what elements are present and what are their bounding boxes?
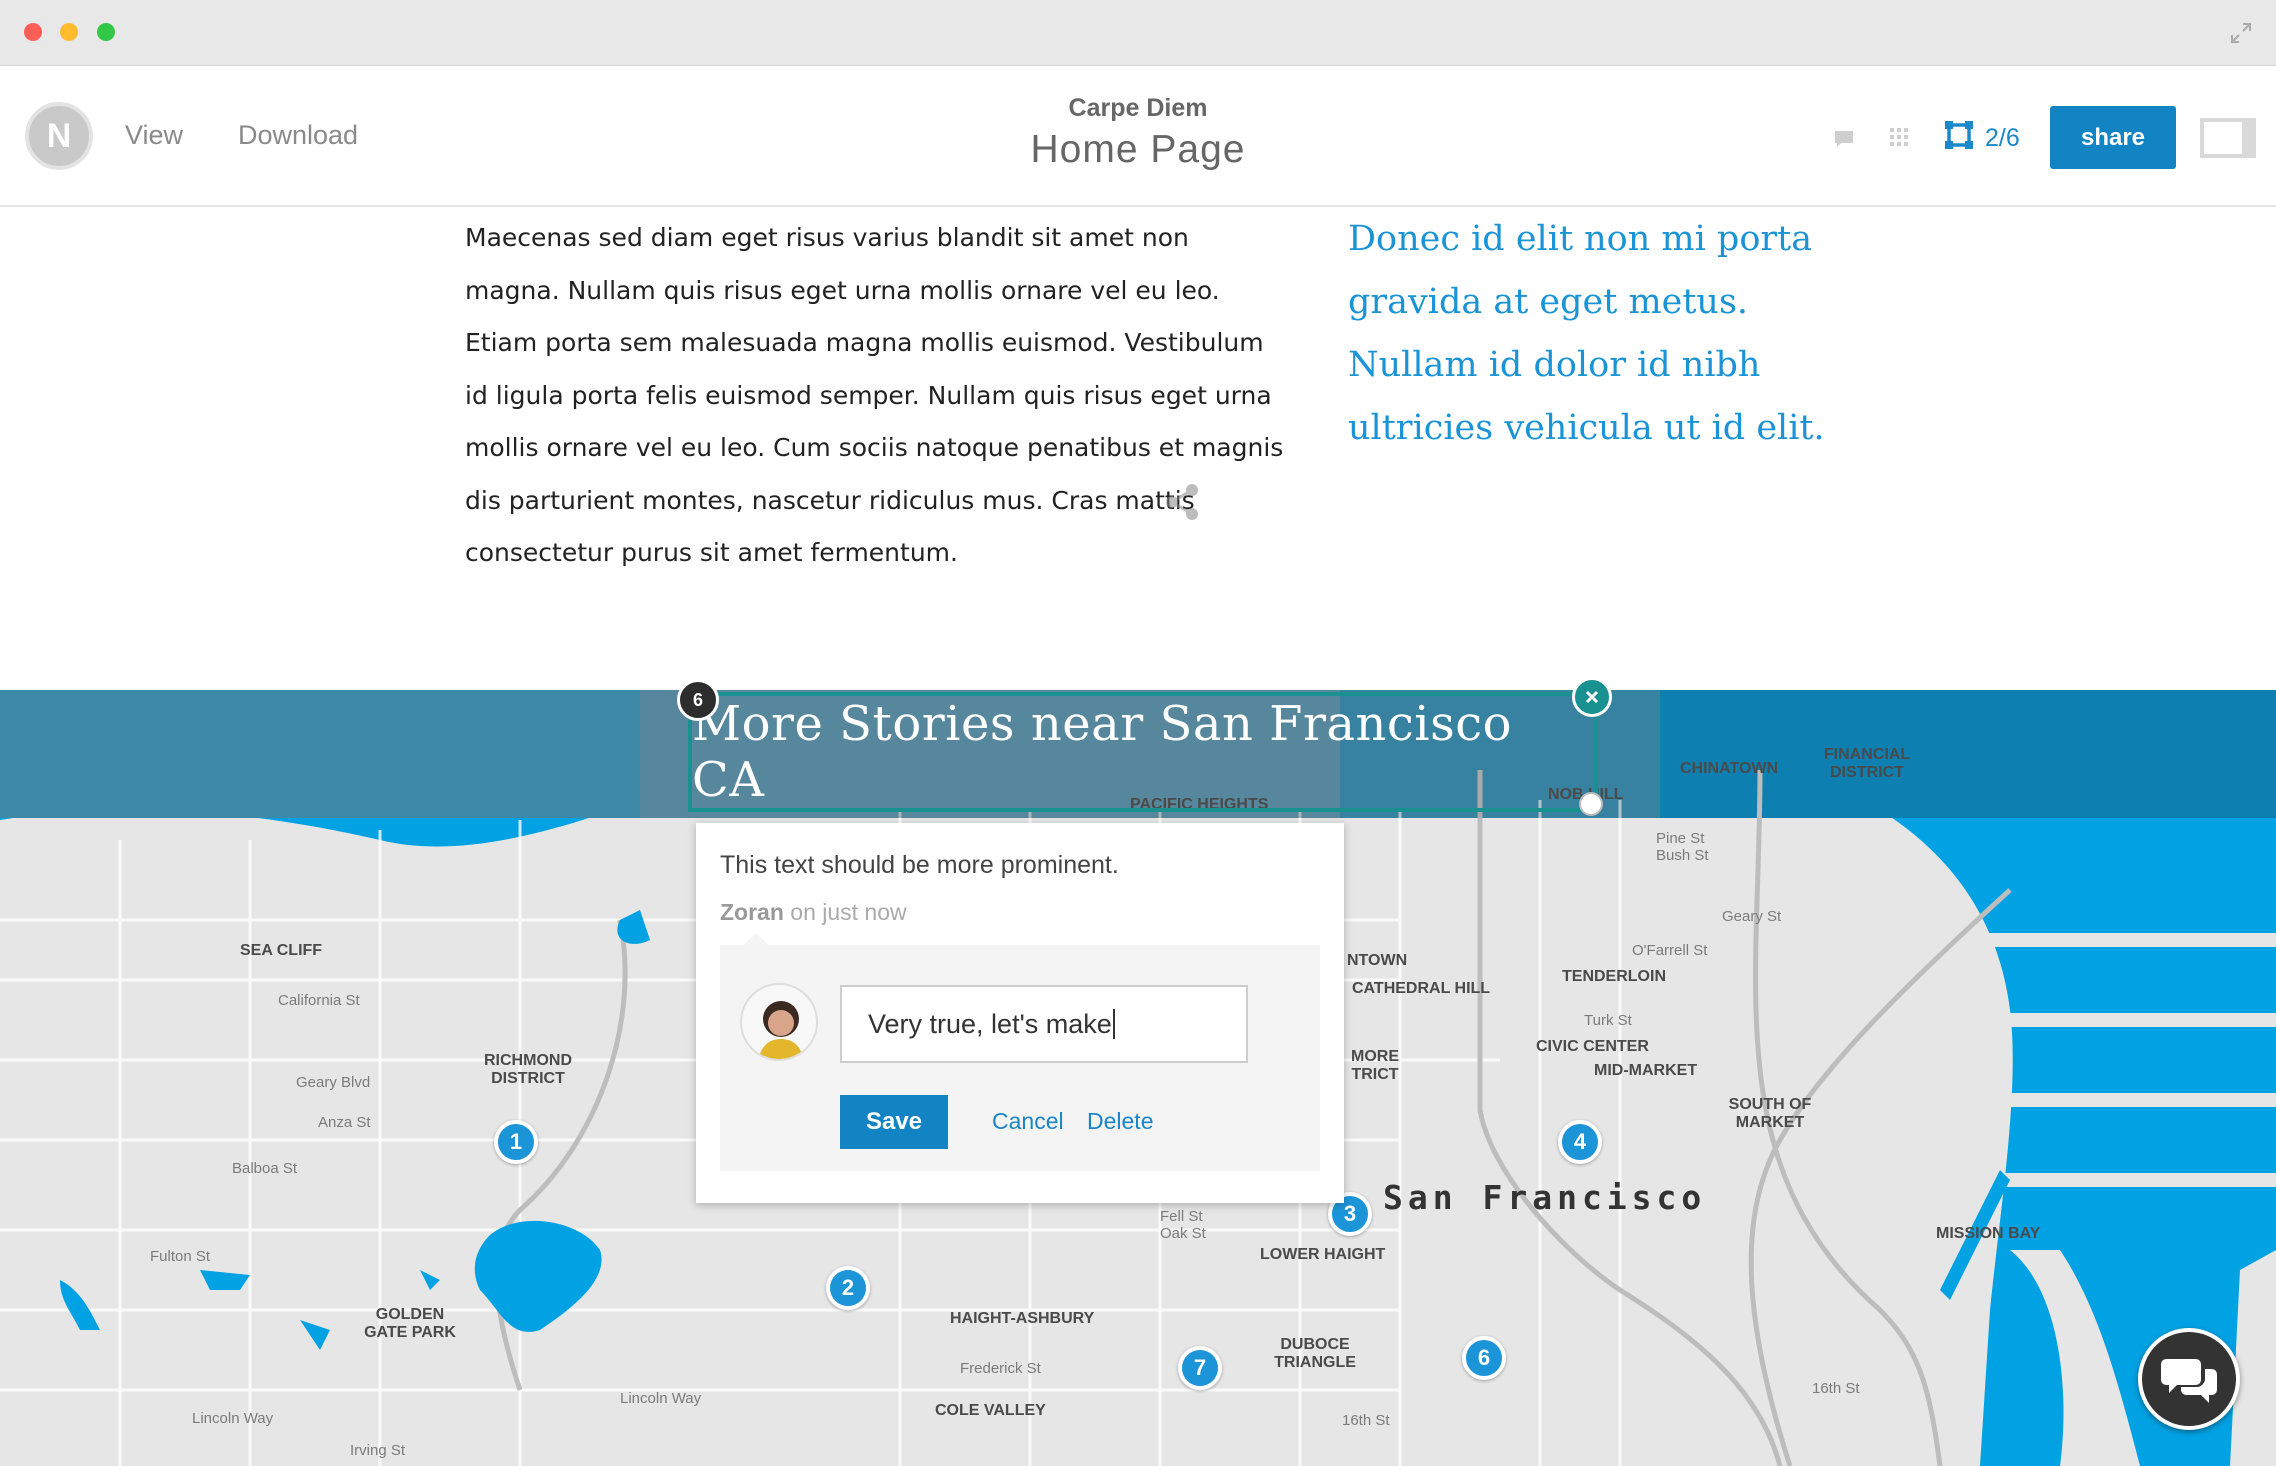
- close-icon: [1585, 690, 1599, 704]
- save-button[interactable]: Save: [840, 1095, 948, 1149]
- map-label-financial-district: FINANCIAL DISTRICT: [1823, 746, 1911, 781]
- share-icon[interactable]: [1160, 480, 1204, 524]
- map-label-civic-center: CIVIC CENTER: [1536, 1038, 1649, 1055]
- fullscreen-icon[interactable]: [2230, 22, 2252, 44]
- chat-icon: [2161, 1359, 2217, 1403]
- pull-quote: Donec id elit non mi porta gravida at eg…: [1348, 219, 1825, 448]
- map-label-tenderloin: TENDERLOIN: [1562, 968, 1666, 985]
- artboard-counter[interactable]: 2/6: [1985, 124, 2020, 153]
- reply-input-value: Very true, let's make: [868, 1008, 1112, 1039]
- map-heading-text: More Stories near San Francisco CA: [692, 696, 1513, 808]
- window-titlebar: [0, 0, 2276, 66]
- map-label-south-of-market: SOUTH OF MARKET: [1728, 1096, 1812, 1131]
- map-label-duboce-triangle: DUBOCE TRIANGLE: [1274, 1336, 1356, 1371]
- cancel-link[interactable]: Cancel: [992, 1108, 1064, 1135]
- grid-icon[interactable]: [1888, 126, 1910, 148]
- map-label-sea-cliff: SEA CLIFF: [240, 942, 323, 959]
- story-pin-1[interactable]: 1: [494, 1120, 538, 1164]
- resize-handle[interactable]: [1579, 792, 1603, 816]
- app-header: N View Download Carpe Diem Home Page 2/6…: [0, 66, 2276, 207]
- street-label-16th: 16th St: [1342, 1412, 1390, 1429]
- street-label-lincoln-way: Lincoln Way: [192, 1410, 274, 1427]
- comment-popover: This text should be more prominent. Zora…: [696, 823, 1344, 1203]
- window-minimize-button[interactable]: [60, 23, 78, 41]
- map-label-richmond: RICHMOND DISTRICT: [484, 1052, 572, 1087]
- street-label-frederick: Frederick St: [960, 1360, 1041, 1377]
- delete-link[interactable]: Delete: [1087, 1108, 1153, 1135]
- project-title: Carpe Diem: [1068, 94, 1208, 122]
- user-avatar: [740, 983, 818, 1061]
- city-label: San Francisco: [1383, 1178, 1707, 1217]
- street-label-balboa: Balboa St: [232, 1160, 298, 1177]
- map-label-western-addition: MORE TRICT: [1351, 1048, 1399, 1083]
- street-label-fulton: Fulton St: [150, 1248, 211, 1265]
- page-title: Home Page: [1030, 128, 1246, 171]
- map-label-cathedral-hill: CATHEDRAL HILL: [1352, 980, 1491, 997]
- story-pin-2[interactable]: 2: [826, 1266, 870, 1310]
- note-number-badge[interactable]: 6: [677, 679, 719, 721]
- window-close-button[interactable]: [24, 23, 42, 41]
- street-label-turk: Turk St: [1584, 1012, 1632, 1029]
- close-note-button[interactable]: [1572, 677, 1612, 717]
- comment-author: Zoran: [720, 899, 784, 925]
- chat-launcher-button[interactable]: [2138, 1328, 2240, 1430]
- comment-text: This text should be more prominent.: [720, 851, 1119, 879]
- share-button[interactable]: share: [2050, 106, 2176, 169]
- comment-icon[interactable]: [1832, 126, 1856, 150]
- map-label-japantown: NTOWN: [1347, 952, 1408, 969]
- street-label-anza: Anza St: [318, 1114, 371, 1131]
- map-label-mid-market: MID-MARKET: [1594, 1062, 1698, 1079]
- reply-input[interactable]: Very true, let's make: [840, 985, 1248, 1063]
- street-label-ofarrell: O'Farrell St: [1632, 942, 1708, 959]
- map-label-mission-bay: MISSION BAY: [1936, 1225, 2041, 1242]
- street-label-irving: Irving St: [350, 1442, 406, 1459]
- street-label-16th-east: 16th St: [1812, 1380, 1860, 1397]
- street-label-geary: Geary Blvd: [296, 1074, 371, 1091]
- story-pin-4[interactable]: 4: [1558, 1120, 1602, 1164]
- map-label-lower-haight: LOWER HAIGHT: [1260, 1246, 1386, 1263]
- map-label-chinatown: CHINATOWN: [1680, 760, 1779, 777]
- street-label-fell-oak: Fell St Oak St: [1160, 1208, 1206, 1242]
- comment-meta: Zoran on just now: [720, 899, 907, 926]
- map-label-haight-ashbury: HAIGHT-ASHBURY: [950, 1310, 1095, 1327]
- story-pin-7[interactable]: 7: [1178, 1346, 1222, 1390]
- story-pin-6[interactable]: 6: [1462, 1336, 1506, 1380]
- street-label-pine-bush: Pine St Bush St: [1656, 830, 1709, 864]
- street-label-geary-st: Geary St: [1722, 908, 1782, 925]
- street-label-california: California St: [278, 992, 360, 1009]
- reply-area: Very true, let's make Save Cancel Delete: [720, 933, 1320, 1171]
- street-label-lincoln-way-east: Lincoln Way: [620, 1390, 702, 1407]
- panel-toggle-button[interactable]: [2200, 118, 2256, 158]
- map-label-cole-valley: COLE VALLEY: [935, 1402, 1046, 1419]
- body-text: Maecenas sed diam eget risus varius blan…: [465, 223, 1284, 567]
- comment-timestamp: on just now: [790, 899, 907, 925]
- map-label-golden-gate-park: GOLDEN GATE PARK: [364, 1306, 456, 1341]
- selected-map-heading[interactable]: More Stories near San Francisco CA: [688, 692, 1598, 812]
- window-zoom-button[interactable]: [97, 23, 115, 41]
- artboard-icon[interactable]: [1943, 119, 1975, 151]
- text-caret: [1112, 1009, 1115, 1039]
